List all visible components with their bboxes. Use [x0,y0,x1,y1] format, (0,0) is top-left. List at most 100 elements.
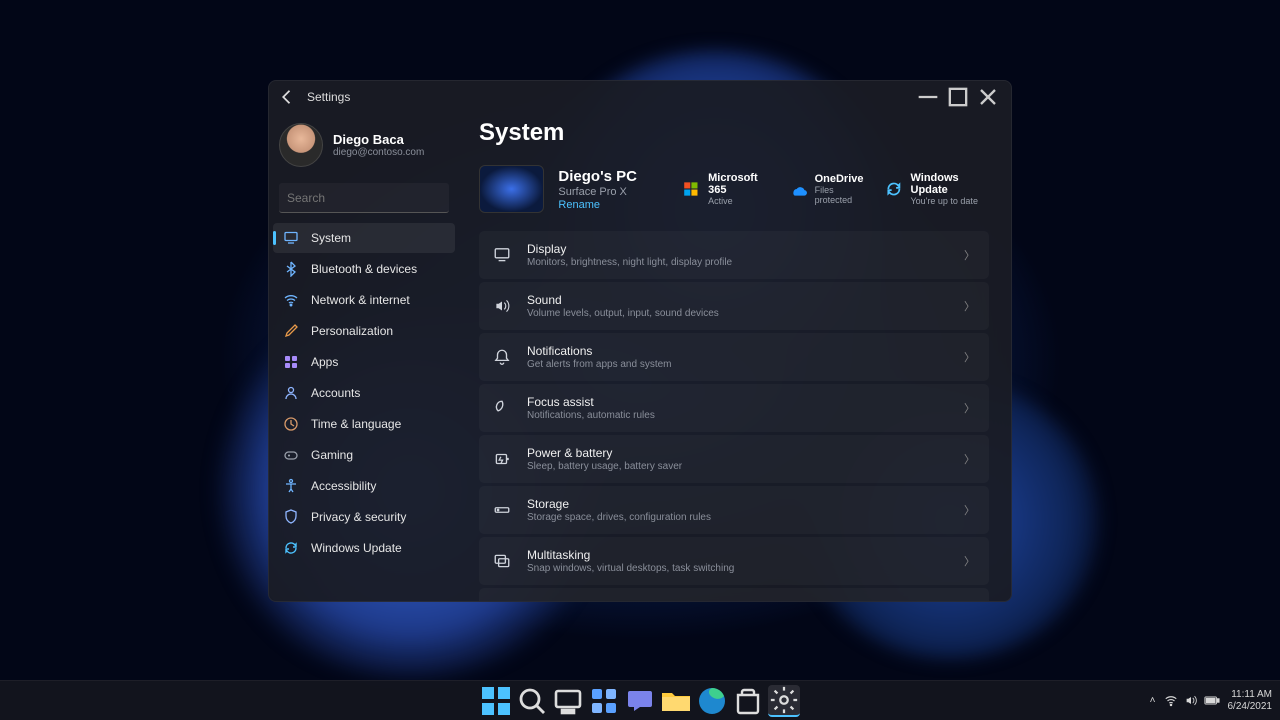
status-sub: You're up to date [911,196,990,206]
main-content: System Diego's PC Surface Pro X Rename M… [459,113,1011,601]
personalization-icon [283,323,299,339]
window-title: Settings [307,90,350,104]
setting-notifications[interactable]: NotificationsGet alerts from apps and sy… [479,333,989,381]
search-button[interactable] [516,685,548,717]
close-button[interactable] [973,83,1003,111]
setting-title: Focus assist [527,395,948,409]
sidebar-item-label: Privacy & security [311,510,406,524]
status-onedrive[interactable]: OneDriveFiles protected [789,172,867,206]
setting-title: Display [527,242,948,256]
gaming-icon [283,447,299,463]
setting-sub: Get alerts from apps and system [527,359,948,370]
clock[interactable]: 11:11 AM 6/24/2021 [1228,689,1273,712]
settings-taskbar-button[interactable] [768,685,800,717]
user-profile[interactable]: Diego Baca diego@contoso.com [269,117,459,177]
tray-expand-icon[interactable]: ˄ [1150,695,1156,706]
accessibility-icon [283,478,299,494]
multitask-icon [493,552,511,570]
store-button[interactable] [732,685,764,717]
update-icon [283,540,299,556]
sidebar-item-gaming[interactable]: Gaming [273,440,455,470]
chat-button[interactable] [624,685,656,717]
sidebar-item-network[interactable]: Network & internet [273,285,455,315]
explorer-button[interactable] [660,685,692,717]
rename-link[interactable]: Rename [558,199,668,211]
battery-icon[interactable] [1204,692,1220,709]
status-wupdate[interactable]: Windows UpdateYou're up to date [885,172,989,206]
sidebar: Diego Baca diego@contoso.com System Bluet… [269,113,459,601]
pc-name: Diego's PC [558,168,668,185]
edge-button[interactable] [696,685,728,717]
time-icon [283,416,299,432]
setting-sub: Monitors, brightness, night light, displ… [527,257,948,268]
sidebar-item-bluetooth[interactable]: Bluetooth & devices [273,254,455,284]
sidebar-item-system[interactable]: System [273,223,455,253]
minimize-button[interactable] [913,83,943,111]
sidebar-item-accessibility[interactable]: Accessibility [273,471,455,501]
power-icon [493,450,511,468]
status-title: Microsoft 365 [708,172,771,196]
nav-list: System Bluetooth & devices Network & inter… [269,223,459,563]
setting-multitask[interactable]: MultitaskingSnap windows, virtual deskto… [479,537,989,585]
setting-power[interactable]: Power & batterySleep, battery usage, bat… [479,435,989,483]
sidebar-item-time[interactable]: Time & language [273,409,455,439]
sidebar-item-label: Gaming [311,448,353,462]
status-sub: Files protected [815,185,867,205]
pc-model: Surface Pro X [558,186,668,198]
user-name: Diego Baca [333,132,424,147]
sidebar-item-privacy[interactable]: Privacy & security [273,502,455,532]
time: 11:11 AM [1228,689,1273,701]
status-group: Microsoft 365Active OneDriveFiles protect… [682,172,989,206]
setting-sound[interactable]: SoundVolume levels, output, input, sound… [479,282,989,330]
widgets-button[interactable] [588,685,620,717]
status-sub: Active [708,196,771,206]
sound-icon [493,297,511,315]
sidebar-item-label: Apps [311,355,338,369]
maximize-button[interactable] [943,83,973,111]
sidebar-item-update[interactable]: Windows Update [273,533,455,563]
pc-thumbnail [479,165,544,213]
chevron-right-icon: 〉 [964,553,975,569]
search-input[interactable] [287,191,442,205]
sidebar-item-label: Accessibility [311,479,376,493]
wupdate-icon [885,179,903,199]
m365-icon [682,179,700,199]
setting-display[interactable]: DisplayMonitors, brightness, night light… [479,231,989,279]
volume-icon[interactable] [1184,692,1198,709]
chevron-right-icon: 〉 [964,451,975,467]
setting-nearby[interactable]: Nearby sharingDiscoverability, received … [479,588,989,601]
system-tray[interactable]: ˄ 11:11 AM 6/24/2021 [1150,689,1272,712]
focus-icon [493,399,511,417]
system-icon [283,230,299,246]
setting-storage[interactable]: StorageStorage space, drives, configurat… [479,486,989,534]
bluetooth-icon [283,261,299,277]
wifi-icon[interactable] [1164,692,1178,709]
sidebar-item-apps[interactable]: Apps [273,347,455,377]
chevron-right-icon: 〉 [964,298,975,314]
back-button[interactable] [277,87,297,107]
setting-sub: Notifications, automatic rules [527,410,948,421]
sidebar-item-label: System [311,231,351,245]
status-title: Windows Update [911,172,990,196]
taskview-button[interactable] [552,685,584,717]
taskbar-center [480,685,800,717]
status-m365[interactable]: Microsoft 365Active [682,172,771,206]
setting-sub: Sleep, battery usage, battery saver [527,461,948,472]
search-box[interactable] [279,183,449,213]
start-button[interactable] [480,685,512,717]
privacy-icon [283,509,299,525]
setting-title: Sound [527,293,948,307]
sidebar-item-personalization[interactable]: Personalization [273,316,455,346]
notifications-icon [493,348,511,366]
sidebar-item-label: Bluetooth & devices [311,262,417,276]
settings-window: Settings Diego Baca diego@contoso.com Sy… [268,80,1012,602]
onedrive-icon [789,179,807,199]
sidebar-item-accounts[interactable]: Accounts [273,378,455,408]
setting-title: Multitasking [527,548,948,562]
accounts-icon [283,385,299,401]
setting-title: Storage [527,497,948,511]
setting-focus[interactable]: Focus assistNotifications, automatic rul… [479,384,989,432]
chevron-right-icon: 〉 [964,502,975,518]
date: 6/24/2021 [1228,701,1273,713]
chevron-right-icon: 〉 [964,247,975,263]
